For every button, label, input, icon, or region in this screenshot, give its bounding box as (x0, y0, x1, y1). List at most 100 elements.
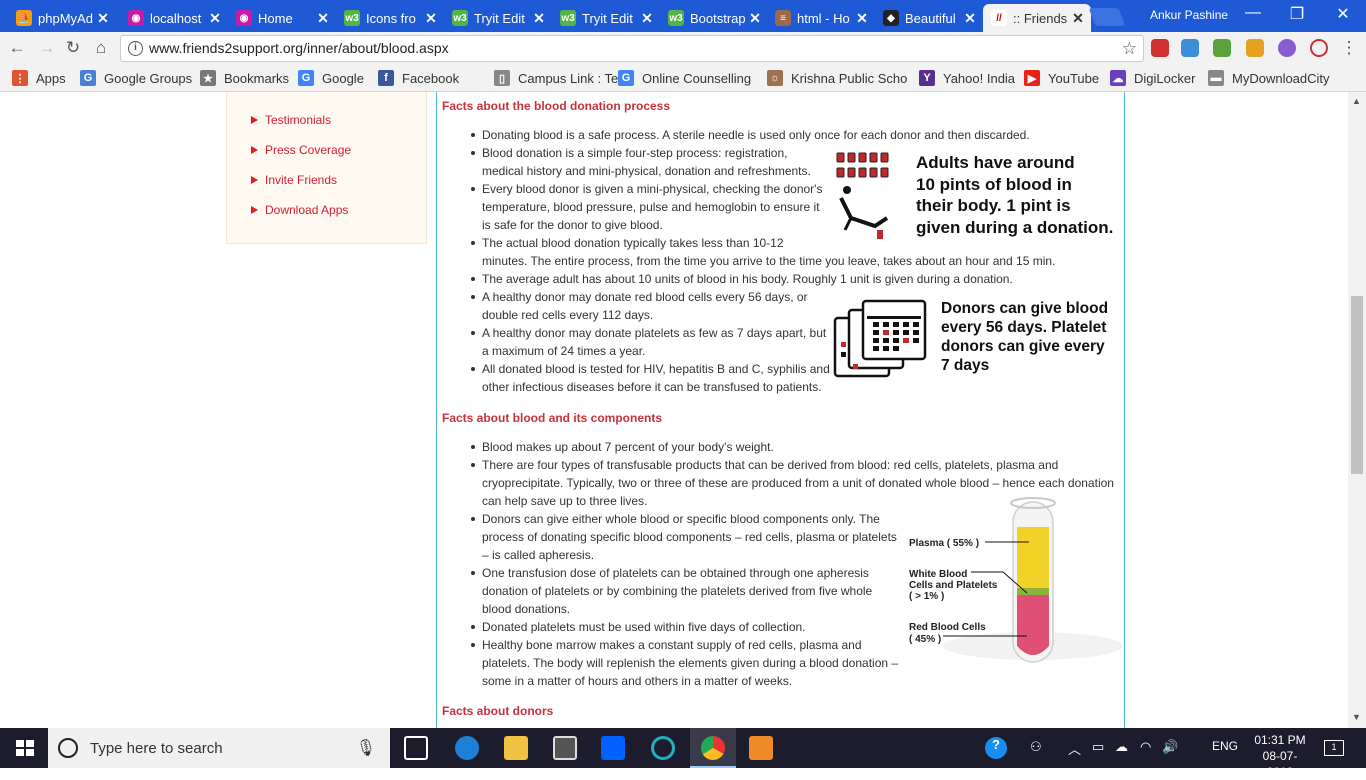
tab-title: Icons fro (366, 10, 416, 26)
scroll-down-icon[interactable]: ▼ (1352, 712, 1361, 722)
bookmark-item[interactable]: G Google (298, 70, 364, 86)
url-text: www.friends2support.org/inner/about/bloo… (149, 40, 449, 56)
bullet-icon (471, 445, 475, 449)
sidebar-link[interactable]: Press Coverage (251, 143, 351, 157)
bookmark-item[interactable]: f Facebook (378, 70, 459, 86)
profile-name[interactable]: Ankur Pashine (1150, 8, 1228, 22)
back-icon[interactable]: ← (6, 37, 28, 59)
tab-close-icon[interactable]: ✕ (96, 10, 110, 27)
bookmark-label: Online Counselling (642, 70, 752, 86)
search-icon (58, 738, 78, 758)
chrome-task-highlight[interactable] (690, 728, 736, 768)
extension-icon[interactable] (1246, 39, 1264, 57)
bullet-icon (471, 367, 475, 371)
browser-tab[interactable]: w3 Tryit Edit ✕ (552, 4, 660, 32)
arduino-icon[interactable] (651, 736, 675, 760)
close-window-icon[interactable]: ✕ (1328, 4, 1358, 24)
bookmark-item[interactable]: ☁ DigiLocker (1110, 70, 1195, 86)
extension-icon[interactable] (1213, 39, 1231, 57)
sidebar-link[interactable]: Testimonials (251, 113, 331, 127)
reload-icon[interactable]: ↻ (62, 37, 84, 59)
browser-tab[interactable]: ⛵ phpMyAd ✕ (8, 4, 116, 32)
bullet-icon (471, 331, 475, 335)
microphone-icon[interactable]: 🎙 (356, 738, 376, 758)
tab-close-icon[interactable]: ✕ (208, 10, 222, 27)
list-text-line: One transfusion dose of platelets can be… (482, 566, 869, 580)
bookmark-item[interactable]: ▬ MyDownloadCity (1208, 70, 1330, 86)
tab-close-icon[interactable]: ✕ (748, 10, 762, 27)
tab-close-icon[interactable]: ✕ (316, 10, 330, 27)
browser-tab[interactable]: //:: Friends ✕ (983, 4, 1091, 32)
notification-icon[interactable]: 1 (1324, 740, 1344, 756)
section-heading: Facts about the blood donation process (442, 99, 671, 113)
browser-tab[interactable]: ◆ Beautiful ✕ (875, 4, 983, 32)
bookmark-label: Facebook (402, 70, 460, 86)
browser-tab[interactable]: w3 Tryit Edit ✕ (444, 4, 552, 32)
bookmark-item[interactable]: Y Yahoo! India (919, 70, 1015, 86)
task-view-icon[interactable] (404, 736, 428, 760)
sidebar-link[interactable]: Download Apps (251, 203, 348, 217)
extension-icon[interactable] (1181, 39, 1199, 57)
bookmark-star-icon[interactable]: ☆ (1122, 36, 1137, 61)
browser-tab[interactable]: ◉ Home ✕ (228, 4, 336, 32)
block-icon[interactable] (1310, 39, 1328, 57)
clock[interactable]: 01:31 PM 08-07-2018 (1250, 732, 1310, 780)
address-bar[interactable]: i www.friends2support.org/inner/about/bl… (120, 35, 1144, 62)
battery-icon[interactable]: ▭ (1092, 739, 1104, 755)
tab-close-icon[interactable]: ✕ (424, 10, 438, 27)
cloud-icon[interactable]: ☁ (1115, 739, 1128, 755)
list-text-line: Donated platelets must be used within fi… (482, 620, 806, 634)
edge-icon[interactable] (455, 736, 479, 760)
browser-tab[interactable]: w3 Icons fro ✕ (336, 4, 444, 32)
extension-icon[interactable] (1278, 39, 1296, 57)
tab-title: Tryit Edit (582, 10, 633, 26)
home-icon[interactable]: ⌂ (90, 37, 112, 59)
language-indicator[interactable]: ENG (1212, 739, 1238, 753)
bookmark-icon: ☁ (1110, 70, 1126, 86)
browser-tab[interactable]: ◉ localhost ✕ (120, 4, 228, 32)
scroll-thumb[interactable] (1351, 296, 1363, 474)
tab-close-icon[interactable]: ✕ (855, 10, 869, 27)
tab-close-icon[interactable]: ✕ (963, 10, 977, 27)
wifi-icon[interactable]: ◠ (1140, 739, 1151, 755)
menu-icon[interactable]: ⋮ (1338, 37, 1360, 59)
minimize-icon[interactable]: — (1238, 4, 1268, 22)
tray-chevron-icon[interactable]: ︿ (1068, 739, 1081, 758)
search-placeholder: Type here to search (90, 739, 223, 757)
file-explorer-icon[interactable] (504, 736, 528, 760)
volume-icon[interactable]: 🔊 (1162, 739, 1178, 755)
list-text-line: The actual blood donation typically take… (482, 236, 784, 250)
tab-close-icon[interactable]: ✕ (1071, 10, 1085, 27)
bookmark-item[interactable]: ★ Bookmarks (200, 70, 289, 86)
taskbar-search[interactable]: Type here to search 🎙 (48, 728, 390, 768)
extension-icon[interactable] (1151, 39, 1169, 57)
bookmark-item[interactable]: ☼ Krishna Public Scho (767, 70, 907, 86)
bookmark-item[interactable]: ▶ YouTube (1024, 70, 1099, 86)
new-tab-button[interactable] (1088, 8, 1126, 26)
bookmark-item[interactable]: ⋮ Apps (12, 70, 66, 86)
bookmark-item[interactable]: ▯ Campus Link : Tech (494, 70, 632, 86)
bookmark-item[interactable]: G Online Counselling (618, 70, 751, 86)
dropbox-icon[interactable] (601, 736, 625, 760)
people-icon[interactable]: ⚇ (1030, 739, 1042, 755)
sidebar-link-label: Invite Friends (265, 173, 338, 187)
bullet-icon (471, 463, 475, 467)
tab-favicon-icon: ◉ (236, 10, 252, 26)
store-icon[interactable] (553, 736, 577, 760)
sublime-icon[interactable] (749, 736, 773, 760)
windows-start-icon[interactable] (16, 740, 34, 756)
page-scrollbar[interactable]: ▲ ▼ (1348, 92, 1366, 728)
tab-close-icon[interactable]: ✕ (640, 10, 654, 27)
help-icon[interactable]: ? (985, 737, 1007, 759)
bookmark-label: Yahoo! India (943, 70, 1016, 86)
bookmark-item[interactable]: G Google Groups (80, 70, 192, 86)
forward-icon[interactable]: → (36, 37, 58, 59)
sidebar-link[interactable]: Invite Friends (251, 173, 337, 187)
browser-tab[interactable]: w3 Bootstrap ✕ (660, 4, 768, 32)
tab-close-icon[interactable]: ✕ (532, 10, 546, 27)
browser-tab[interactable]: ≡ html - Ho ✕ (767, 4, 875, 32)
info-icon[interactable]: i (128, 41, 143, 56)
calendar-icon (833, 299, 927, 378)
restore-icon[interactable]: ❐ (1282, 4, 1312, 24)
scroll-up-icon[interactable]: ▲ (1352, 96, 1361, 106)
